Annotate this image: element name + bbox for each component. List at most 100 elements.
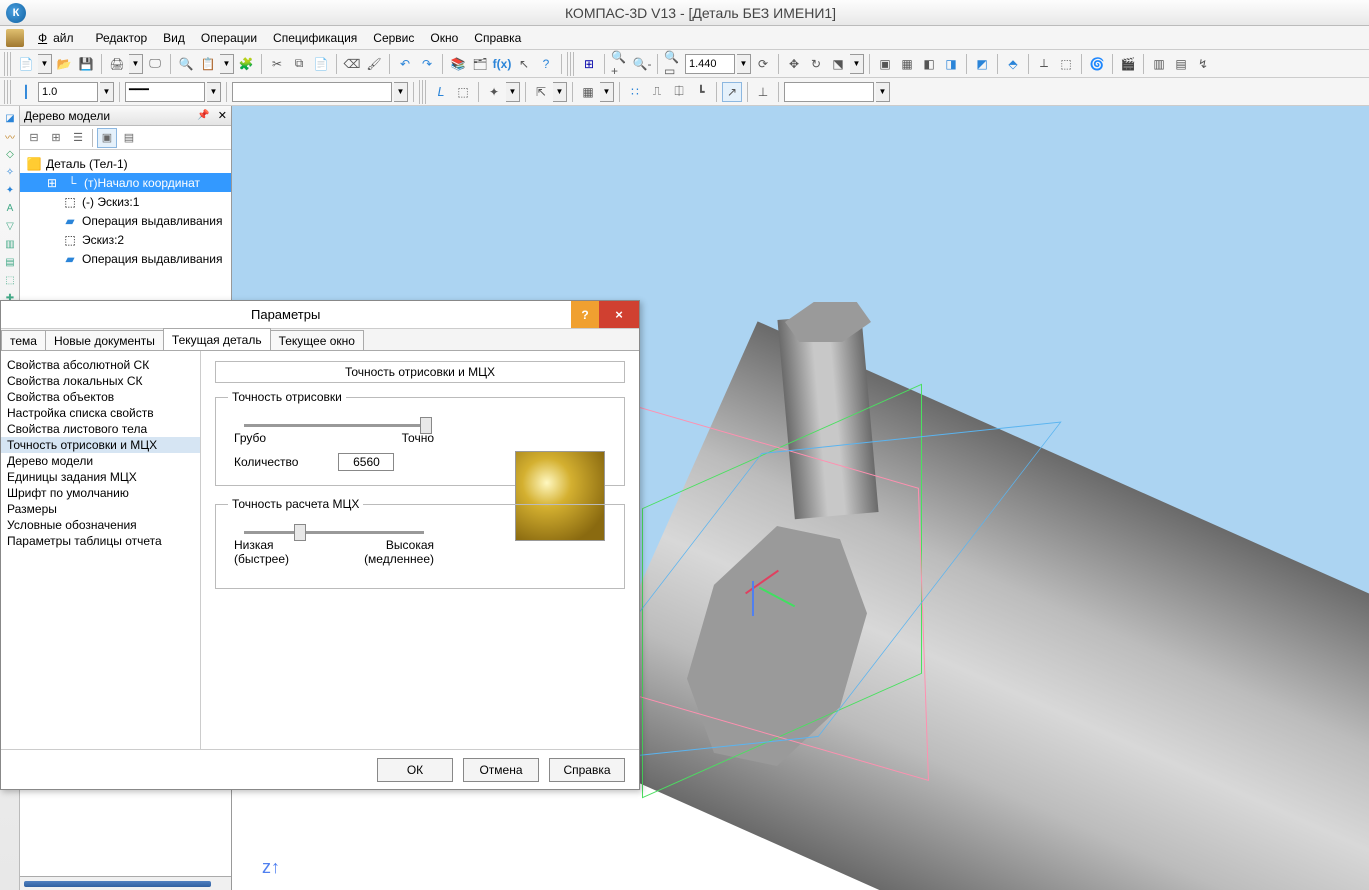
draw-accuracy-slider[interactable] (244, 424, 424, 427)
home-icon[interactable] (6, 29, 24, 47)
copy-button[interactable]: ⧉ (289, 54, 309, 74)
zoom-drop[interactable]: ▼ (737, 54, 751, 74)
side-item-6[interactable]: Дерево модели (1, 453, 200, 469)
side-item-7[interactable]: Единицы задания МЦХ (1, 469, 200, 485)
layer-combo[interactable] (232, 82, 392, 102)
side-item-8[interactable]: Шрифт по умолчанию (1, 485, 200, 501)
side-item-10[interactable]: Условные обозначения (1, 517, 200, 533)
redo-button[interactable]: ↷ (417, 54, 437, 74)
tree-root[interactable]: 🟨Деталь (Тел-1) (20, 154, 231, 173)
zoom-field[interactable] (685, 54, 735, 74)
zoom-out-button[interactable]: 🔍- (632, 54, 652, 74)
dialog-help-button[interactable]: ? (571, 301, 599, 328)
constraint-a[interactable]: ✦ (484, 82, 504, 102)
tree-scrollbar[interactable] (20, 876, 231, 890)
snap-f[interactable]: ⊥ (753, 82, 773, 102)
cut-button[interactable]: ✂ (267, 54, 287, 74)
print-preview-button[interactable]: 🖵 (145, 54, 165, 74)
copy-props-button[interactable]: 📋 (198, 54, 218, 74)
palette-c[interactable]: ◇ (2, 146, 18, 162)
grip-icon[interactable] (567, 52, 574, 76)
menu-svc[interactable]: Сервис (367, 29, 420, 47)
tree-btn-a[interactable]: ⊟ (24, 128, 44, 148)
slider-thumb[interactable] (294, 524, 306, 541)
layer-drop[interactable]: ▼ (394, 82, 408, 102)
grid-button[interactable]: ▦ (578, 82, 598, 102)
persp-button[interactable]: ⬘ (1003, 54, 1023, 74)
meas-button[interactable]: ⟂ (1034, 54, 1054, 74)
snap-e[interactable]: ↗ (722, 82, 742, 102)
menu-win[interactable]: Окно (424, 29, 464, 47)
tree-origin[interactable]: ⊞└(т)Начало координат (20, 173, 231, 192)
line-weight-field[interactable] (38, 82, 98, 102)
zoom-fit-button[interactable]: ⊞ (579, 54, 599, 74)
palette-h[interactable]: ▥ (2, 236, 18, 252)
print-button[interactable]: 🖨 (107, 54, 127, 74)
cancel-button[interactable]: Отмена (463, 758, 539, 782)
palette-e[interactable]: ✦ (2, 182, 18, 198)
tab-system[interactable]: тема (1, 330, 46, 350)
sect-button[interactable]: ⬚ (1056, 54, 1076, 74)
paste-button[interactable]: 📄 (311, 54, 331, 74)
tab-new-docs[interactable]: Новые документы (45, 330, 164, 350)
calc-accuracy-slider[interactable] (244, 531, 424, 534)
snap-d[interactable]: ┗ (691, 82, 711, 102)
ucs-button[interactable]: 𝘓 (431, 82, 451, 102)
line-style-button[interactable]: ┃ (16, 82, 36, 102)
tool-c[interactable]: ↯ (1193, 54, 1213, 74)
tree-extrude-1[interactable]: ▰Операция выдавливания (20, 211, 231, 230)
menu-view[interactable]: Вид (157, 29, 191, 47)
dialog-side-list[interactable]: Свойства абсолютной СКСвойства локальных… (1, 351, 201, 749)
help-button[interactable]: Справка (549, 758, 625, 782)
menu-editor[interactable]: Редактор (90, 29, 154, 47)
sketch-button[interactable]: ⬚ (453, 82, 473, 102)
fx-button[interactable]: f(x) (492, 54, 512, 74)
grid-drop[interactable]: ▼ (600, 82, 614, 102)
new-doc-button[interactable]: 📄 (16, 54, 36, 74)
pan-button[interactable]: ✥ (784, 54, 804, 74)
shade3-button[interactable]: ◨ (941, 54, 961, 74)
menu-file[interactable]: Файл (32, 29, 86, 47)
save-button[interactable]: 💾 (76, 54, 96, 74)
side-item-4[interactable]: Свойства листового тела (1, 421, 200, 437)
side-item-11[interactable]: Параметры таблицы отчета (1, 533, 200, 549)
snap-b[interactable]: ⎍ (647, 82, 667, 102)
constraint-b[interactable]: ⇱ (531, 82, 551, 102)
library-button[interactable]: 📚 (448, 54, 468, 74)
constraint-a-drop[interactable]: ▼ (506, 82, 520, 102)
tree-btn-d[interactable]: ▣ (97, 128, 117, 148)
side-item-0[interactable]: Свойства абсолютной СК (1, 357, 200, 373)
side-item-2[interactable]: Свойства объектов (1, 389, 200, 405)
lw-drop[interactable]: ▼ (100, 82, 114, 102)
simplify-button[interactable]: 🌀 (1087, 54, 1107, 74)
tool-b[interactable]: ▤ (1171, 54, 1191, 74)
dialog-title-bar[interactable]: Параметры ? × (1, 301, 639, 329)
wireframe-button[interactable]: ▣ (875, 54, 895, 74)
copy-props-drop[interactable]: ▼ (220, 54, 234, 74)
tree-sketch-1[interactable]: ⬚(-) Эскиз:1 (20, 192, 231, 211)
lt-drop[interactable]: ▼ (207, 82, 221, 102)
tree-btn-b[interactable]: ⊞ (46, 128, 66, 148)
qty-field[interactable]: 6560 (338, 453, 394, 471)
side-item-9[interactable]: Размеры (1, 501, 200, 517)
grip-icon[interactable] (4, 80, 11, 104)
side-item-1[interactable]: Свойства локальных СК (1, 373, 200, 389)
palette-i[interactable]: ▤ (2, 254, 18, 270)
line-type-combo[interactable]: ━━━ (125, 82, 205, 102)
help-button[interactable]: ? (536, 54, 556, 74)
ok-button[interactable]: ОК (377, 758, 453, 782)
tab-current-window[interactable]: Текущее окно (270, 330, 364, 350)
grip-icon[interactable] (4, 52, 11, 76)
palette-d[interactable]: ✧ (2, 164, 18, 180)
render-button[interactable]: 🎬 (1118, 54, 1138, 74)
tool-a[interactable]: ▥ (1149, 54, 1169, 74)
dialog-close-button[interactable]: × (599, 301, 639, 328)
manager-button[interactable]: 🗂 (470, 54, 490, 74)
tree-btn-c[interactable]: ☰ (68, 128, 88, 148)
zoom-window-button[interactable]: 🔍▭ (663, 54, 683, 74)
tab-current-part[interactable]: Текущая деталь (163, 328, 271, 350)
shade-button[interactable]: ▦ (897, 54, 917, 74)
print-drop[interactable]: ▼ (129, 54, 143, 74)
step-combo[interactable] (784, 82, 874, 102)
tree-extrude-2[interactable]: ▰Операция выдавливания (20, 249, 231, 268)
